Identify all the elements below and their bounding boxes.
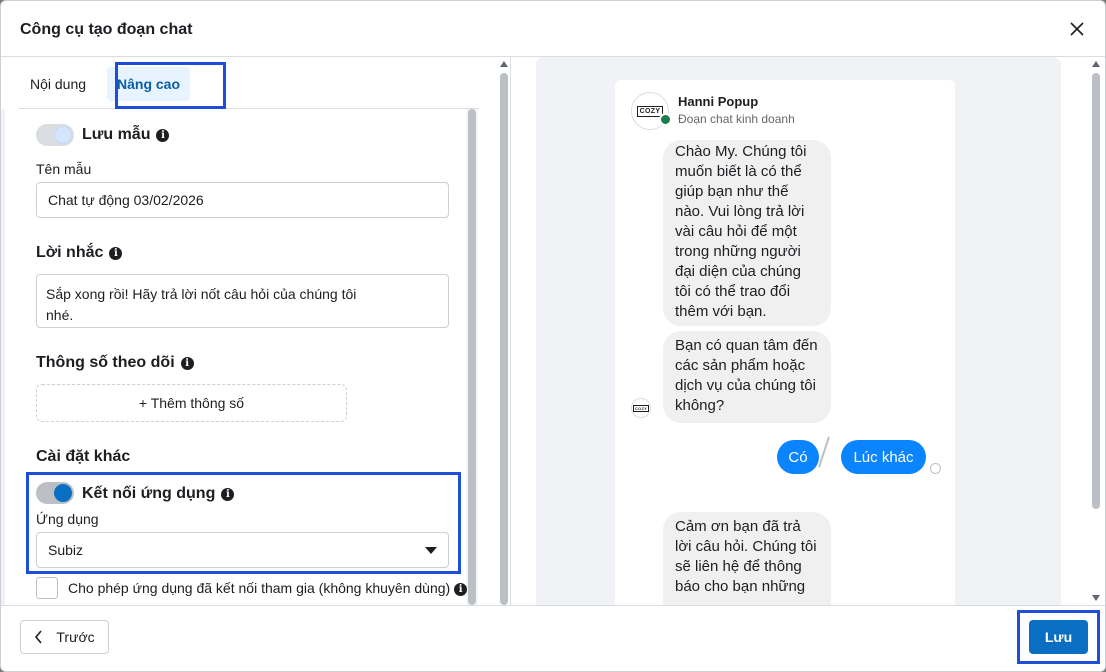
scroll-down-arrow-icon[interactable]: [1092, 595, 1100, 601]
template-name-input[interactable]: Chat tự động 03/02/2026: [36, 182, 449, 218]
info-icon[interactable]: i: [109, 247, 123, 260]
sender-avatar: COZY: [631, 398, 651, 418]
info-icon[interactable]: i: [454, 583, 468, 596]
save-template-toggle[interactable]: [36, 124, 74, 146]
add-parameter-button[interactable]: + Thêm thông số: [36, 384, 347, 422]
settings-pane: Nội dung Nâng cao Lưu mẫu i Tên mẫu Chat …: [1, 57, 511, 605]
seen-check-icon: [930, 463, 941, 474]
connect-app-toggle[interactable]: [36, 482, 74, 504]
app-label: Ứng dụng: [36, 511, 99, 527]
toggle-knob: [54, 484, 72, 502]
template-name-label: Tên mẫu: [36, 161, 92, 177]
preview-scrollbar[interactable]: [1092, 73, 1100, 509]
reminder-text: Sắp xong rồi! Hãy trả lời nốt câu hỏi củ…: [46, 286, 357, 323]
message-bubble: Chào My. Chúng tôi muốn biết là có thể g…: [663, 140, 831, 326]
save-template-heading: Lưu mẫu i: [82, 126, 170, 144]
settings-scroll-track: [498, 57, 510, 605]
info-icon[interactable]: i: [180, 357, 194, 370]
inner-scrollbar[interactable]: [468, 109, 476, 605]
other-settings-heading: Cài đặt khác: [36, 448, 131, 465]
save-template-label: Lưu mẫu: [82, 126, 151, 143]
app-select[interactable]: Subiz: [36, 532, 449, 568]
save-button[interactable]: Lưu: [1029, 620, 1088, 654]
scroll-up-arrow-icon[interactable]: [1092, 61, 1100, 67]
quick-reply-yes[interactable]: Có: [777, 440, 819, 474]
quick-reply-later[interactable]: Lúc khác: [841, 440, 926, 474]
tab-advanced[interactable]: Nâng cao: [107, 67, 191, 101]
allow-connected-label: Cho phép ứng dụng đã kết nối tham gia (k…: [68, 580, 451, 596]
chat-builder-modal: Công cụ tạo đoạn chat Nội dung Nâng cao …: [0, 0, 1106, 672]
info-icon[interactable]: i: [221, 488, 235, 501]
toggle-knob: [54, 126, 72, 144]
template-name-value: Chat tự động 03/02/2026: [48, 192, 204, 208]
connect-app-heading: Kết nối ứng dụng i: [82, 485, 235, 503]
close-button[interactable]: [1065, 17, 1089, 41]
message-bubble: Bạn có quan tâm đến các sản phẩm hoặc dị…: [663, 331, 831, 423]
reminder-label: Lời nhắc: [36, 244, 104, 261]
close-icon: [1070, 22, 1084, 36]
preview-scroll-track: [1090, 57, 1102, 605]
chat-preview-card: COZY Hanni Popup Đoạn chat kinh doanh Ch…: [615, 80, 955, 605]
reminder-heading: Lời nhắc i: [36, 244, 123, 262]
avatar-logo-text: COZY: [632, 404, 650, 412]
page-name: Hanni Popup: [678, 94, 759, 109]
modal-header: Công cụ tạo đoạn chat: [1, 1, 1105, 57]
chat-preview-pane: COZY Hanni Popup Đoạn chat kinh doanh Ch…: [536, 57, 1061, 605]
modal-footer: Trước Lưu: [1, 605, 1105, 671]
back-label: Trước: [56, 629, 95, 645]
connect-app-label: Kết nối ứng dụng: [82, 485, 216, 502]
allow-connected-heading: Cho phép ứng dụng đã kết nối tham gia (k…: [68, 580, 468, 596]
tracking-label: Thông số theo dõi: [36, 354, 175, 371]
tab-content[interactable]: Nội dung: [20, 67, 96, 101]
chevron-left-icon: [35, 630, 42, 644]
settings-scrollbar[interactable]: [500, 73, 508, 605]
page-subtitle: Đoạn chat kinh doanh: [678, 112, 795, 126]
info-icon[interactable]: i: [156, 129, 170, 142]
app-selected-value: Subiz: [48, 542, 84, 558]
scroll-up-arrow-icon[interactable]: [500, 61, 508, 67]
online-status-dot: [659, 113, 672, 126]
tracking-heading: Thông số theo dõi i: [36, 354, 194, 372]
reminder-textarea[interactable]: Sắp xong rồi! Hãy trả lời nốt câu hỏi củ…: [36, 274, 449, 328]
divider-slash: [818, 436, 830, 468]
back-button[interactable]: Trước: [20, 620, 109, 654]
allow-connected-checkbox[interactable]: [36, 577, 58, 599]
message-bubble: Cảm ơn bạn đã trả lời câu hỏi. Chúng tôi…: [663, 512, 831, 605]
chevron-down-icon: [425, 546, 437, 554]
left-edge: [1, 109, 5, 605]
modal-title: Công cụ tạo đoạn chat: [20, 21, 193, 38]
